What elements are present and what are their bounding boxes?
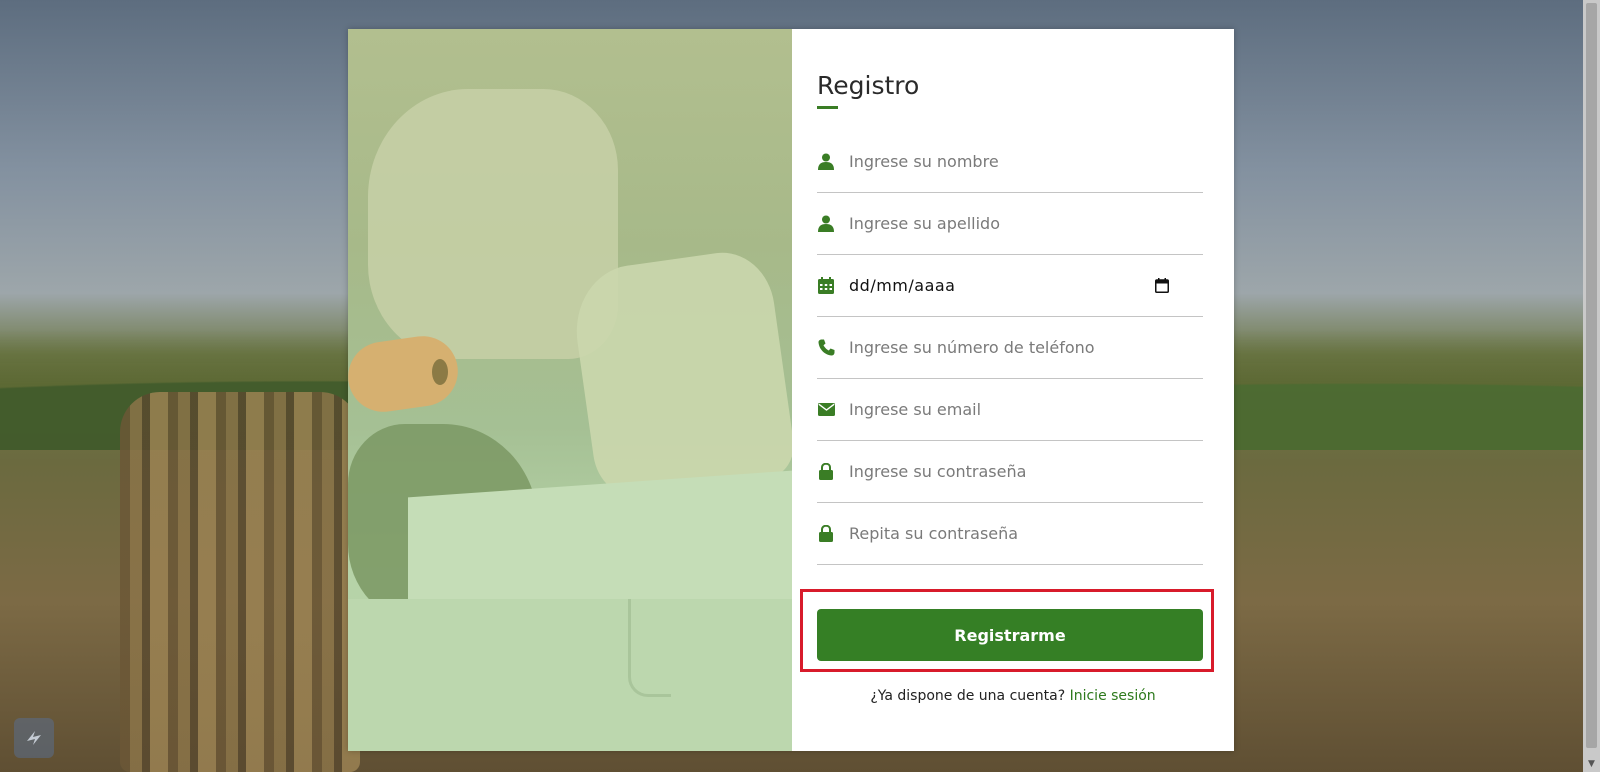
scroll-down-arrow-icon[interactable]: ▼ — [1586, 758, 1597, 770]
title-underline — [817, 106, 838, 109]
lock-icon — [817, 525, 835, 543]
password-input[interactable] — [849, 462, 1169, 481]
login-prompt-row: ¿Ya dispone de una cuenta? Inicie sesión — [792, 688, 1234, 704]
last-name-field — [817, 193, 1203, 255]
page-scrollbar[interactable]: ▼ — [1583, 0, 1600, 772]
user-icon — [817, 215, 835, 233]
user-icon — [817, 153, 835, 171]
scrollbar-thumb[interactable] — [1586, 3, 1597, 748]
lock-icon — [817, 463, 835, 481]
email-field — [817, 379, 1203, 441]
phone-field — [817, 317, 1203, 379]
register-form: Registro d — [792, 29, 1234, 751]
calendar-icon — [817, 277, 835, 295]
register-card: Registro d — [348, 29, 1234, 751]
email-input[interactable] — [849, 400, 1169, 419]
first-name-field — [817, 131, 1203, 193]
login-prompt-text: ¿Ya dispone de una cuenta? — [870, 688, 1066, 704]
last-name-input[interactable] — [849, 214, 1169, 233]
birthdate-input[interactable]: dd/mm/aaaa — [849, 276, 1153, 295]
assistant-widget-icon[interactable] — [14, 718, 54, 758]
register-button[interactable]: Registrarme — [817, 609, 1203, 661]
produce-photo — [348, 29, 792, 751]
password-field — [817, 441, 1203, 503]
form-title: Registro — [817, 71, 920, 100]
phone-icon — [817, 339, 835, 357]
repeat-password-input[interactable] — [849, 524, 1169, 543]
phone-input[interactable] — [849, 338, 1169, 357]
first-name-input[interactable] — [849, 152, 1169, 171]
login-link[interactable]: Inicie sesión — [1070, 688, 1156, 704]
birthdate-field[interactable]: dd/mm/aaaa — [817, 255, 1203, 317]
calendar-picker-icon[interactable] — [1153, 277, 1171, 295]
background-hay-bale — [120, 392, 360, 772]
repeat-password-field — [817, 503, 1203, 565]
envelope-icon — [817, 401, 835, 419]
